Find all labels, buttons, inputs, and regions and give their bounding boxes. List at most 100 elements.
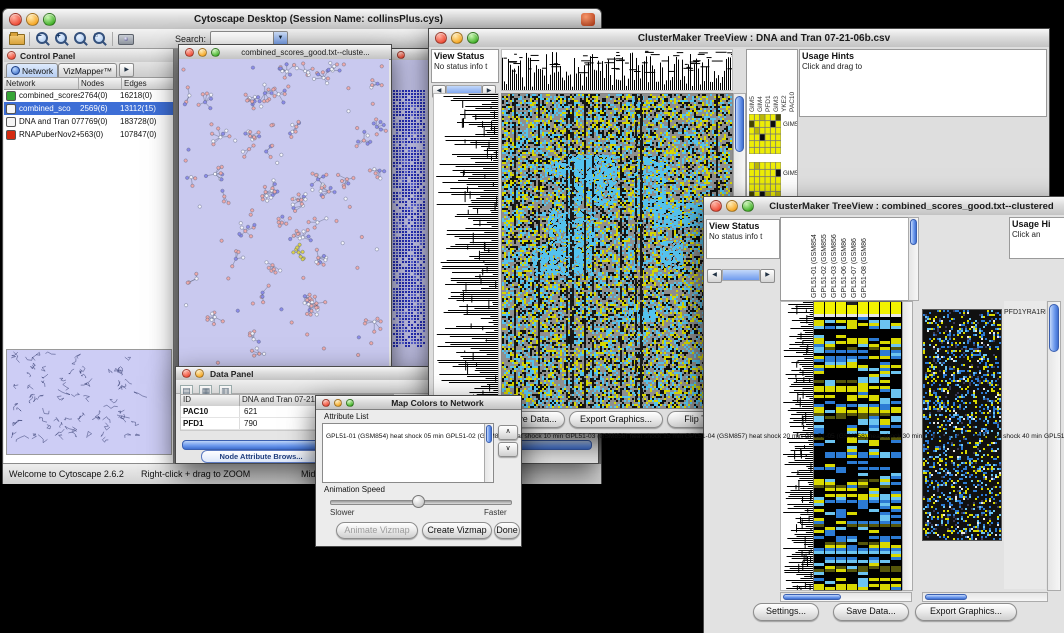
create-vizmap-button[interactable]: Create Vizmap <box>422 522 492 539</box>
minimize-button[interactable] <box>198 48 207 57</box>
export-graphics-button[interactable]: Export Graphics... <box>915 603 1017 621</box>
close-button[interactable] <box>435 32 447 44</box>
attribute-list-item[interactable]: GPL51-05 (GSM858) heat shock 30 min <box>803 433 923 440</box>
animation-speed-slider-thumb[interactable] <box>412 495 425 508</box>
tab-vizmapper[interactable]: VizMapper™ <box>58 63 117 77</box>
network-edges: 16218(0) <box>120 89 173 102</box>
summary-row-labels2: GIM5GIM4PFD1GIM3YKE2PAC10 <box>783 162 797 180</box>
zoom-button[interactable] <box>467 32 479 44</box>
hscrollbar-thumb[interactable] <box>783 594 841 600</box>
nav-scrollbar[interactable] <box>722 269 760 281</box>
attribute-list-item[interactable]: GPL51-03 (GSM856) heat shock 15 min <box>563 433 683 440</box>
thumbnail-hscrollbar[interactable] <box>922 592 1048 602</box>
scroll-right-button[interactable]: ▶ <box>760 269 775 283</box>
node-attribute-browser-tab[interactable]: Node Attribute Brows... <box>201 450 321 463</box>
search-label: Search: <box>175 34 206 44</box>
heatmap-vscrollbar[interactable] <box>902 301 913 591</box>
attribute-list-items: GPL51-01 (GSM854) heat shock 05 minGPL51… <box>324 425 484 443</box>
toolbar-separator <box>112 32 113 46</box>
treeview1-title: ClusterMaker TreeView : DNA and Tran 07-… <box>479 33 1049 44</box>
treeview1-view-status: View Status No status info t <box>431 49 499 83</box>
tab-network[interactable]: Network <box>6 63 58 77</box>
control-panel-close-button[interactable] <box>7 51 16 60</box>
open-session-icon[interactable] <box>7 29 26 48</box>
background-network-canvas[interactable] <box>391 60 429 371</box>
zoom-selected-icon[interactable]: □ <box>90 29 109 48</box>
minimize-button[interactable] <box>195 369 204 378</box>
close-button[interactable] <box>710 200 722 212</box>
minimize-button[interactable] <box>334 399 342 407</box>
heatmap-canvas[interactable] <box>813 301 903 591</box>
vscrollbar-thumb[interactable] <box>486 425 492 443</box>
secondary-heatmap-thumbnail[interactable] <box>922 309 1002 541</box>
close-button[interactable] <box>9 13 22 26</box>
zoom-button[interactable] <box>742 200 754 212</box>
close-button[interactable] <box>185 48 194 57</box>
vscrollbar-thumb[interactable] <box>910 219 917 245</box>
heatmap-hscrollbar[interactable] <box>780 592 912 602</box>
attribute-list-item[interactable]: GPL51-01 (GSM854) heat shock 05 min <box>324 433 444 440</box>
animate-vizmap-button: Animate Vizmap <box>336 522 418 539</box>
zoom-button[interactable] <box>43 13 56 26</box>
hscrollbar-thumb[interactable] <box>925 594 967 600</box>
gene-list: PFD1YRA1RNR4MSL1SPC98CLN1NIS1BUD4ELG1MAK… <box>1004 301 1046 589</box>
vscrollbar-thumb[interactable] <box>1049 304 1059 352</box>
export-graphics-button[interactable]: Export Graphics... <box>569 411 663 428</box>
zoom-fit-icon[interactable] <box>71 29 90 48</box>
attribute-list[interactable]: GPL51-01 (GSM854) heat shock 05 minGPL51… <box>322 423 494 483</box>
zoom-in-icon[interactable]: + <box>52 29 71 48</box>
minimize-button[interactable] <box>26 13 39 26</box>
column-dendrogram-canvas[interactable] <box>501 49 733 91</box>
control-panel-title: Control Panel <box>20 51 75 61</box>
save-data-button[interactable]: Save Data... <box>833 603 909 621</box>
zoom-button[interactable] <box>346 399 354 407</box>
summary-matrix-canvas[interactable] <box>749 114 781 154</box>
network-list-row[interactable]: combined_scores2764(0)16218(0) <box>4 89 173 102</box>
settings-button[interactable]: Settings... <box>753 603 819 621</box>
tab-overflow-button[interactable]: ▶ <box>119 63 134 77</box>
network-list-row[interactable]: DNA and Tran 07-7769(0)183728(0) <box>4 115 173 128</box>
attribute-list-item[interactable]: GPL51-07 (GSM860) heat shock 40 min <box>922 433 1042 440</box>
snapshot-icon[interactable] <box>116 29 135 48</box>
main-titlebar: Cytoscape Desktop (Session Name: collins… <box>3 9 601 30</box>
gene-list-vscrollbar[interactable] <box>1047 301 1061 591</box>
minimize-button[interactable] <box>451 32 463 44</box>
slower-label: Slower <box>330 508 354 517</box>
move-up-button[interactable]: ∧ <box>498 425 518 440</box>
row-dendrogram-canvas[interactable] <box>780 301 814 591</box>
treeview2-title: ClusterMaker TreeView : combined_scores_… <box>754 201 1064 212</box>
network-view-title: combined_scores_good.txt--cluste... <box>220 48 391 57</box>
move-down-button[interactable]: ∨ <box>498 442 518 457</box>
network-overview-thumbnail[interactable] <box>6 349 172 455</box>
heatmap-canvas[interactable] <box>501 93 733 409</box>
close-button[interactable] <box>397 51 405 59</box>
network-view-canvas[interactable] <box>179 59 389 371</box>
row-dendrogram-canvas[interactable] <box>433 93 499 409</box>
minimize-button[interactable] <box>726 200 738 212</box>
done-button[interactable]: Done <box>494 522 520 539</box>
gene-label[interactable]: PFD1 <box>1004 309 1022 316</box>
status-zoom-hint: Right-click + drag to ZOOM <box>141 469 250 479</box>
network-nodes: 563(0) <box>80 128 120 141</box>
network-list-row[interactable]: RNAPuberNov2+563(0)107847(0) <box>4 128 173 141</box>
gene-label[interactable]: YRA1 <box>1022 309 1040 316</box>
list-vscrollbar[interactable] <box>484 424 493 482</box>
network-list-row[interactable]: combined_sco2569(6)13112(15) <box>4 102 173 115</box>
background-network-window <box>390 48 432 374</box>
attribute-list-item[interactable]: GPL51-04 (GSM857) heat shock 20 min <box>683 433 803 440</box>
attribute-list-item[interactable]: GPL51-08 (GSM868) heat shock 60 min <box>1042 433 1064 440</box>
zoom-button[interactable] <box>211 48 220 57</box>
gene-label[interactable]: RNR4 <box>1040 309 1046 316</box>
close-button[interactable] <box>182 369 191 378</box>
close-button[interactable] <box>322 399 330 407</box>
labels-vscrollbar[interactable] <box>908 217 919 301</box>
scroll-left-button[interactable]: ◀ <box>707 269 722 283</box>
network-edges: 13112(15) <box>120 102 173 115</box>
heatmap-column-label: GPL51-03 (GSM856 <box>831 220 838 298</box>
network-name: RNAPuberNov2+ <box>19 128 80 141</box>
desktop: Cytoscape Desktop (Session Name: collins… <box>0 0 1064 633</box>
zoom-out-icon[interactable]: − <box>33 29 52 48</box>
cytoscape-app-icon <box>581 13 595 26</box>
vscrollbar-thumb[interactable] <box>735 96 744 152</box>
dialog-titlebar: Map Colors to Network <box>316 396 521 410</box>
